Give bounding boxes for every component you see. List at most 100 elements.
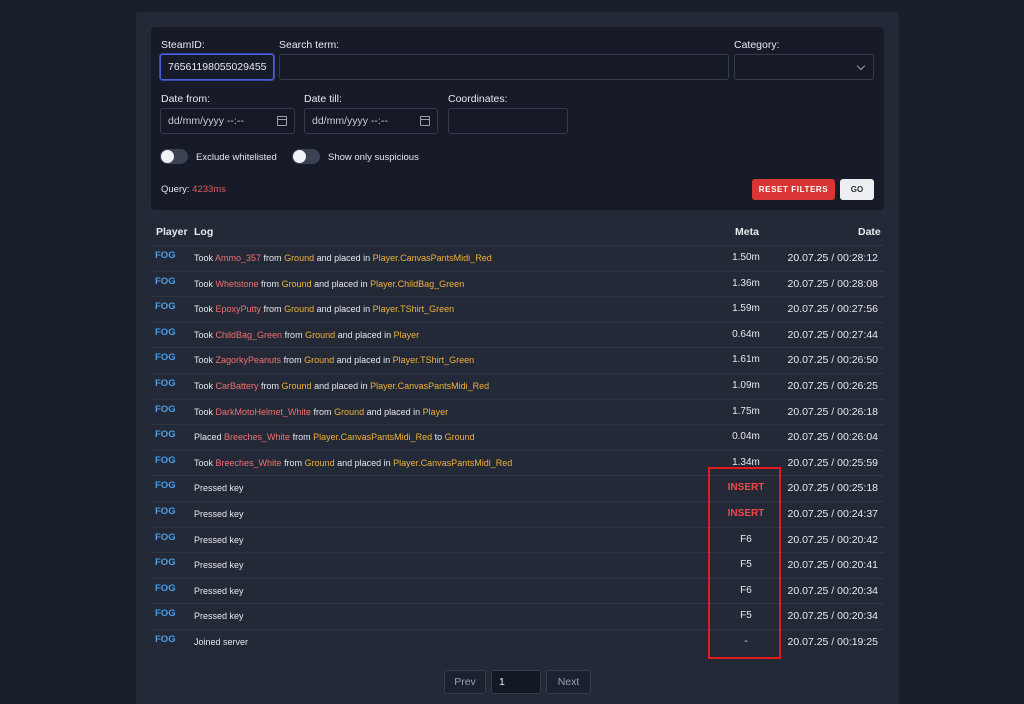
log-text: Took EpoxyPutty from Ground and placed i… [194, 304, 454, 314]
date-value: 20.07.25 / 00:28:12 [787, 252, 879, 264]
location-name: Player.CanvasPantsMidi_Red [393, 457, 513, 468]
next-button[interactable]: Next [546, 670, 591, 694]
date-from-label: Date from: [161, 93, 211, 105]
log-text: Pressed key [194, 611, 244, 621]
column-header-meta: Meta [735, 226, 759, 238]
log-segment: Took [194, 381, 216, 391]
log-text: Took Breeches_White from Ground and plac… [194, 458, 512, 468]
player-link[interactable]: FOG [155, 532, 176, 543]
log-segment: Pressed key [194, 611, 244, 622]
date-value: 20.07.25 / 00:26:50 [787, 354, 879, 367]
coordinates-label: Coordinates: [448, 93, 508, 105]
show-suspicious-toggle[interactable] [292, 149, 320, 164]
player-link[interactable]: FOG [155, 455, 176, 466]
coordinates-input[interactable] [448, 108, 568, 134]
table-row: FOG Took EpoxyPutty from Ground and place… [151, 296, 884, 322]
item-name: Whetstone [215, 278, 259, 289]
log-text: Pressed key [194, 586, 244, 596]
steamid-input[interactable]: 76561198055029455 [160, 54, 274, 80]
log-segment: Pressed key [194, 534, 244, 545]
log-segment: from [282, 329, 306, 340]
log-text: Pressed key [194, 483, 244, 493]
location-name: Player [393, 329, 420, 340]
log-segment: and placed in [314, 304, 373, 315]
log-segment: Took [194, 304, 216, 315]
location-name: Player.CanvasPantsMidi_Red [313, 432, 433, 443]
highlight-box [708, 467, 781, 659]
player-link[interactable]: FOG [155, 429, 176, 440]
column-header-date: Date [858, 226, 881, 238]
player-link[interactable]: FOG [155, 404, 176, 415]
player-link[interactable]: FOG [155, 480, 176, 491]
date-till-placeholder: dd/mm/yyyy --:-- [312, 115, 388, 127]
table-row: FOG Took ChildBag_Green from Ground and p… [151, 321, 884, 348]
date-value: 20.07.25 / 00:26:18 [787, 405, 879, 418]
column-header-log: Log [194, 226, 214, 238]
search-term-input[interactable] [279, 54, 729, 80]
go-button[interactable]: GO [840, 179, 874, 200]
log-segment: Took [194, 329, 216, 340]
item-name: EpoxyPutty [215, 304, 262, 315]
query-value: 4233ms [192, 184, 226, 195]
date-value: 20.07.25 / 00:24:37 [787, 508, 879, 520]
meta-value: 0.04m [732, 431, 760, 443]
location-name: Ground [334, 406, 365, 417]
date-value: 20.07.25 / 00:20:41 [787, 559, 879, 572]
meta-value: 1.59m [732, 303, 760, 315]
meta-value: 1.61m [732, 354, 760, 366]
item-name: DarkMotoHelmet_White [215, 406, 312, 417]
location-name: Player.CanvasPantsMidi_Red [370, 381, 490, 391]
log-segment: to [432, 432, 445, 443]
exclude-whitelisted-toggle[interactable] [160, 149, 188, 164]
player-link[interactable]: FOG [155, 608, 176, 619]
reset-filters-button[interactable]: RESET FILTERS [752, 179, 835, 200]
player-link[interactable]: FOG [155, 583, 176, 594]
player-link[interactable]: FOG [155, 506, 176, 517]
prev-button[interactable]: Prev [444, 670, 486, 694]
player-link[interactable]: FOG [155, 250, 176, 261]
date-value: 20.07.25 / 00:20:34 [787, 610, 879, 623]
player-link[interactable]: FOG [155, 634, 176, 645]
page-number-input[interactable]: 1 [491, 670, 541, 694]
log-segment: Pressed key [194, 560, 244, 571]
table-row: FOG Took DarkMotoHelmet_White from Ground… [151, 398, 884, 425]
location-name: Ground [281, 381, 312, 391]
location-name: Ground [444, 432, 475, 443]
log-segment: and placed in [364, 406, 423, 417]
log-segment: Pressed key [194, 483, 244, 494]
log-segment: from [261, 253, 285, 263]
player-link[interactable]: FOG [155, 327, 176, 338]
player-link[interactable]: FOG [155, 352, 176, 363]
log-text: Took Ammo_357 from Ground and placed in … [194, 253, 492, 263]
date-till-input[interactable]: dd/mm/yyyy --:-- [304, 108, 438, 134]
item-name: ZagorkyPeanuts [215, 355, 282, 366]
item-name: Breeches_White [224, 432, 291, 443]
player-link[interactable]: FOG [155, 301, 176, 312]
log-text: Took CarBattery from Ground and placed i… [194, 381, 489, 391]
table-row: FOG Took Whetstone from Ground and placed… [151, 270, 884, 297]
location-name: Ground [304, 355, 335, 366]
date-value: 20.07.25 / 00:26:25 [787, 380, 879, 392]
date-value: 20.07.25 / 00:27:44 [787, 328, 879, 341]
log-segment: and placed in [334, 355, 393, 366]
date-value: 20.07.25 / 00:25:18 [787, 482, 879, 495]
query-time: Query: 4233ms [161, 184, 226, 195]
date-value: 20.07.25 / 00:25:59 [787, 456, 879, 469]
log-segment: Took [194, 253, 216, 263]
toggle-knob [161, 150, 174, 163]
player-link[interactable]: FOG [155, 557, 176, 568]
log-text: Joined server [194, 637, 248, 647]
player-link[interactable]: FOG [155, 378, 176, 389]
log-segment: and placed in [314, 253, 373, 263]
category-select[interactable] [734, 54, 874, 80]
log-segment: from [281, 355, 305, 366]
player-link[interactable]: FOG [155, 276, 176, 287]
calendar-icon[interactable] [277, 116, 287, 126]
log-text: Pressed key [194, 560, 244, 570]
log-text: Took ZagorkyPeanuts from Ground and plac… [194, 355, 474, 365]
calendar-icon[interactable] [420, 116, 430, 126]
log-segment: Placed [194, 432, 225, 443]
date-from-input[interactable]: dd/mm/yyyy --:-- [160, 108, 295, 134]
date-value: 20.07.25 / 00:20:34 [787, 584, 879, 597]
location-name: Ground [281, 278, 312, 289]
